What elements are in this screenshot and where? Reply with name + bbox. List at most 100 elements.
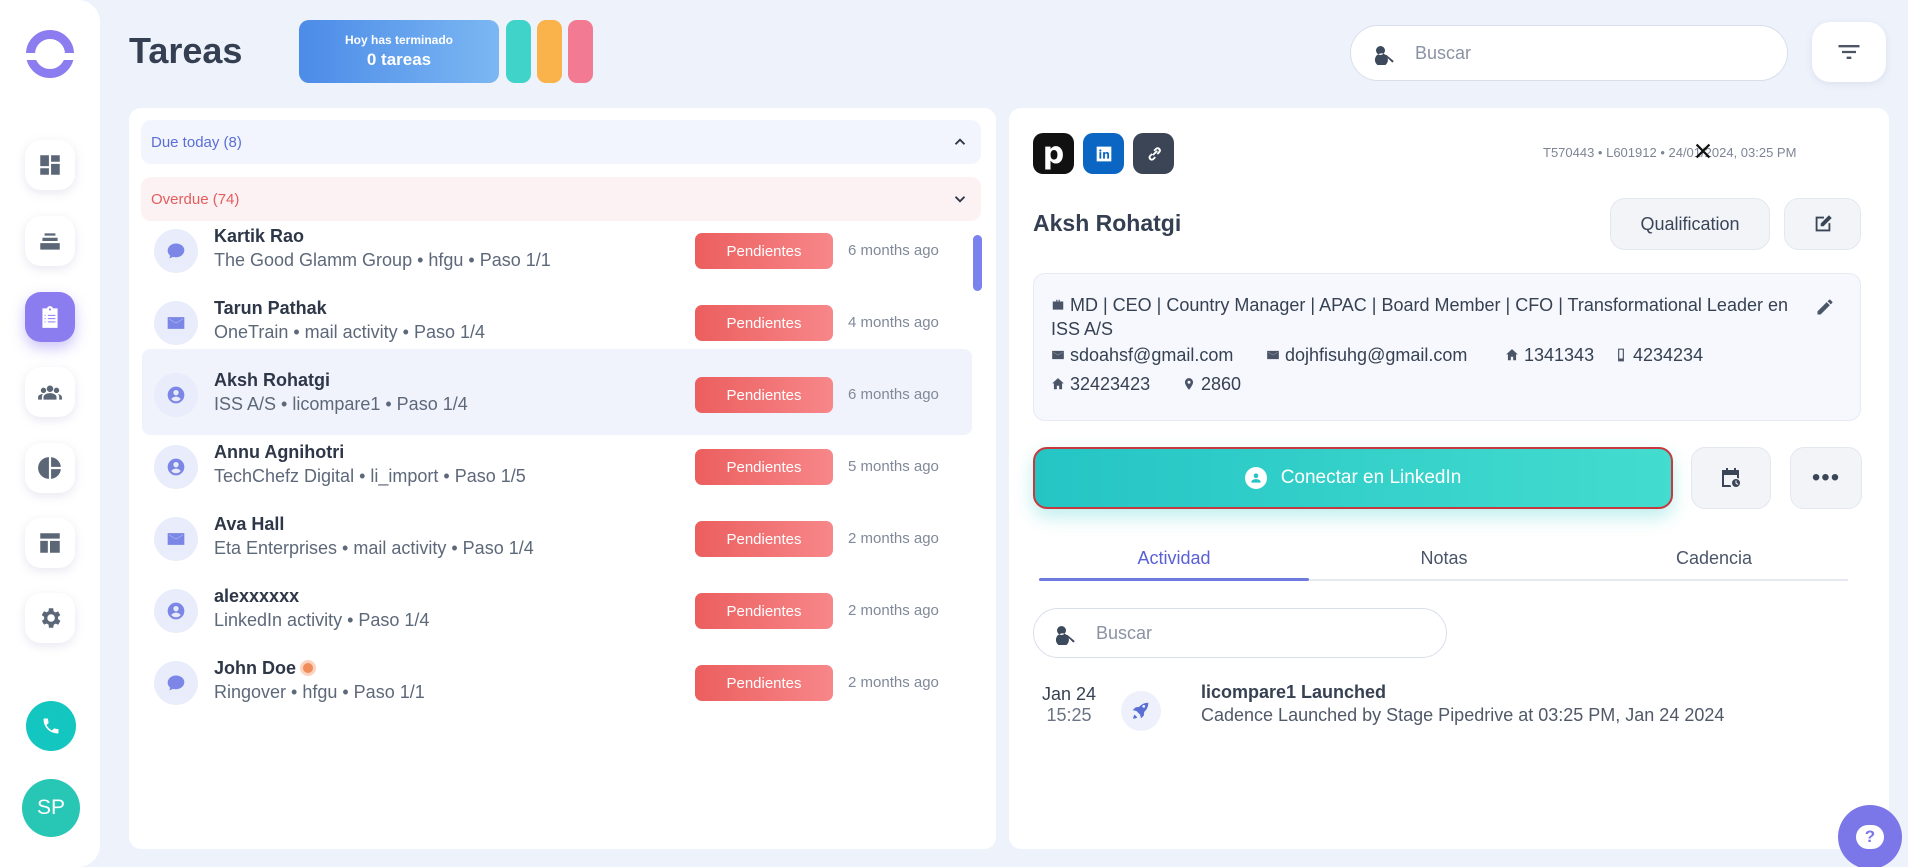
- nav-team[interactable]: [25, 367, 75, 417]
- tab-notas[interactable]: Notas: [1309, 548, 1579, 569]
- email-1[interactable]: sdoahsf@gmail.com: [1051, 345, 1233, 366]
- location: 2860: [1182, 374, 1241, 395]
- active-tab-indicator: [1039, 578, 1309, 581]
- user-avatar[interactable]: SP: [22, 779, 80, 837]
- calendar-clock-icon: [1722, 468, 1740, 487]
- briefcase-icon: [1052, 299, 1064, 310]
- more-icon: •••: [1811, 464, 1841, 491]
- help-icon: ?: [1856, 825, 1884, 849]
- phone-mobile[interactable]: 4234234: [1614, 345, 1703, 366]
- reschedule-button[interactable]: [1691, 447, 1771, 509]
- phone-home-2[interactable]: 32423423: [1051, 374, 1150, 395]
- mail-icon: [1052, 350, 1064, 360]
- help-button[interactable]: ?: [1838, 805, 1902, 867]
- edit-contact-button[interactable]: [1815, 297, 1835, 317]
- progress-label: Hoy has terminado: [344, 33, 454, 47]
- phone-home[interactable]: 1341343: [1505, 345, 1594, 366]
- close-icon[interactable]: [1692, 140, 1714, 162]
- search-icon: [1055, 626, 1075, 645]
- progress-count: 0 tareas: [366, 50, 432, 69]
- link-icon[interactable]: [1133, 133, 1174, 174]
- contact-headline-row: MD | CEO | Country Manager | APAC | Boar…: [1051, 293, 1805, 341]
- task-meta: T570443 • L601912 • 24/01/2024, 03:25 PM: [1543, 145, 1797, 160]
- task-contact-name: Aksh Rohatgi: [214, 370, 331, 390]
- app-logo[interactable]: [25, 30, 75, 78]
- filter-button[interactable]: [1812, 22, 1886, 82]
- pipedrive-icon[interactable]: p: [1033, 133, 1074, 174]
- nav-templates[interactable]: [25, 518, 75, 568]
- nav-reports[interactable]: [25, 443, 75, 493]
- linkedin-glyph: [1096, 146, 1111, 161]
- phone-home-2-value: 32423423: [1070, 374, 1151, 394]
- task-age: 6 months ago: [848, 242, 939, 259]
- status-badge[interactable]: Pendientes: [695, 593, 833, 629]
- contact-headline: MD | CEO | Country Manager | APAC | Boar…: [1051, 295, 1788, 339]
- task-subtitle: LinkedIn activity • Paso 1/4: [214, 610, 430, 630]
- task-list-panel: Due today (8) Overdue (74) Kartik Rao The…: [129, 108, 996, 849]
- user-circle-icon: [1244, 467, 1267, 489]
- dashboard-icon: [40, 155, 60, 175]
- location-pin-icon: [1184, 378, 1194, 390]
- task-row[interactable]: John Doe Ringover • hfgu • Paso 1/1 Pendie…: [142, 637, 972, 723]
- status-badge[interactable]: Pendientes: [695, 377, 833, 413]
- user-icon: [154, 445, 198, 489]
- task-subtitle: ISS A/S • licompare1 • Paso 1/4: [214, 394, 468, 414]
- link-glyph: [1148, 146, 1161, 161]
- connect-linkedin-label: Conectar en LinkedIn: [1280, 467, 1462, 488]
- search-input[interactable]: [1415, 42, 1755, 64]
- pencil-icon: [1817, 299, 1833, 315]
- status-badge[interactable]: Pendientes: [695, 449, 833, 485]
- progress-pill-orange: [537, 20, 562, 83]
- task-age: 2 months ago: [848, 674, 939, 691]
- mail-icon: [1267, 350, 1279, 360]
- nav-stack[interactable]: [25, 216, 75, 266]
- activity-title: licompare1 Launched: [1201, 682, 1387, 702]
- mobile-icon: [1618, 348, 1624, 362]
- status-badge[interactable]: Pendientes: [695, 665, 833, 701]
- task-contact-name: Ava Hall: [214, 514, 285, 534]
- activity-search[interactable]: [1033, 608, 1447, 658]
- progress-pill-pink: [568, 20, 593, 83]
- task-subtitle: Eta Enterprises • mail activity • Paso 1…: [214, 538, 534, 558]
- list-scrollbar[interactable]: [973, 235, 982, 291]
- tab-actividad[interactable]: Actividad: [1039, 548, 1309, 569]
- task-age: 2 months ago: [848, 530, 939, 547]
- status-badge[interactable]: Pendientes: [695, 521, 833, 557]
- tab-cadencia[interactable]: Cadencia: [1579, 548, 1849, 569]
- activity-description: Cadence Launched by Stage Pipedrive at 0…: [1201, 705, 1725, 725]
- status-badge[interactable]: Pendientes: [695, 305, 833, 341]
- activity-search-input[interactable]: [1096, 622, 1416, 644]
- edit-button[interactable]: [1784, 198, 1861, 250]
- tasks-icon: [42, 306, 58, 328]
- progress-pill-teal: [506, 20, 531, 83]
- global-search[interactable]: [1350, 25, 1788, 81]
- rocket-icon: [1121, 691, 1161, 731]
- sidebar: SP: [0, 0, 100, 867]
- status-badge[interactable]: Pendientes: [695, 233, 833, 269]
- filter-icon: [1838, 45, 1860, 59]
- daily-progress-card: Hoy has terminado 0 tareas: [299, 20, 499, 83]
- task-subtitle: TechChefz Digital • li_import • Paso 1/5: [214, 466, 526, 486]
- linkedin-icon[interactable]: [1083, 133, 1124, 174]
- task-subtitle: Ringover • hfgu • Paso 1/1: [214, 682, 425, 702]
- section-due-today[interactable]: Due today (8): [141, 120, 981, 164]
- qualification-button[interactable]: Qualification: [1610, 198, 1770, 250]
- phone-home-value: 1341343: [1524, 345, 1595, 365]
- connect-linkedin-button[interactable]: Conectar en LinkedIn: [1033, 447, 1673, 509]
- activity-time: 15:25: [1046, 705, 1092, 725]
- email-2[interactable]: dojhfisuhg@gmail.com: [1266, 345, 1467, 366]
- phone-icon: [43, 718, 59, 734]
- task-age: 2 months ago: [848, 602, 939, 619]
- task-contact-name: Kartik Rao: [214, 226, 305, 246]
- home-icon: [1052, 378, 1064, 390]
- nav-settings[interactable]: [25, 593, 75, 643]
- edit-icon: [1815, 215, 1832, 232]
- nav-dashboard[interactable]: [25, 140, 75, 190]
- user-icon: [154, 373, 198, 417]
- mail-icon: [154, 301, 198, 345]
- more-options-button[interactable]: •••: [1790, 447, 1862, 509]
- call-button[interactable]: [26, 701, 76, 751]
- chat-icon: [154, 229, 198, 273]
- fire-icon: [300, 660, 317, 676]
- nav-tasks[interactable]: [25, 292, 75, 342]
